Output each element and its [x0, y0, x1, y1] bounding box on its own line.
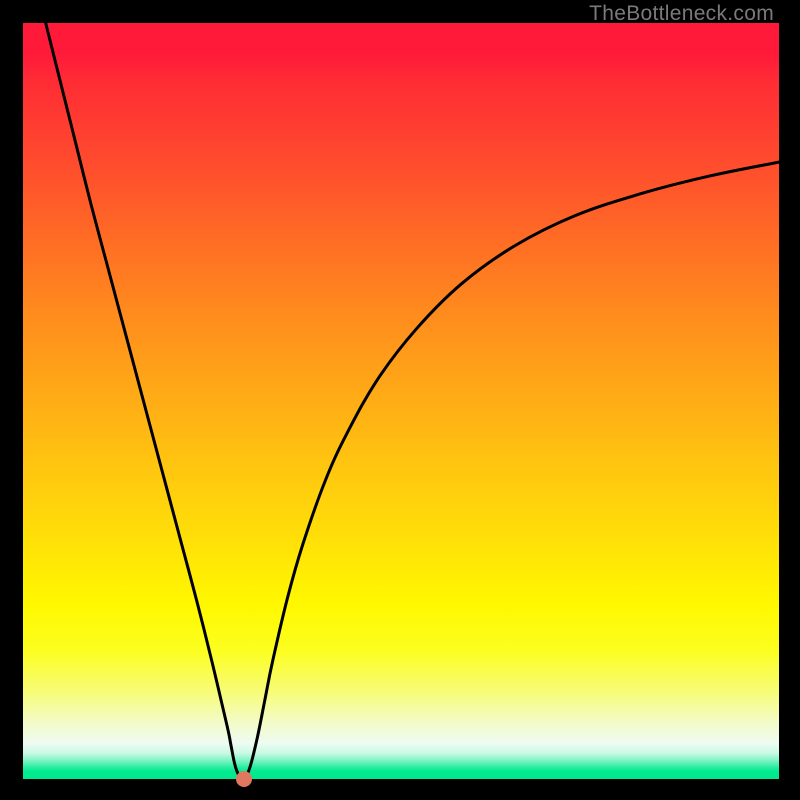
branding-watermark: TheBottleneck.com [589, 2, 774, 26]
bottleneck-marker-icon [236, 771, 252, 787]
chart-frame [0, 0, 800, 800]
plot-area [23, 23, 779, 779]
gradient-background [23, 23, 779, 779]
